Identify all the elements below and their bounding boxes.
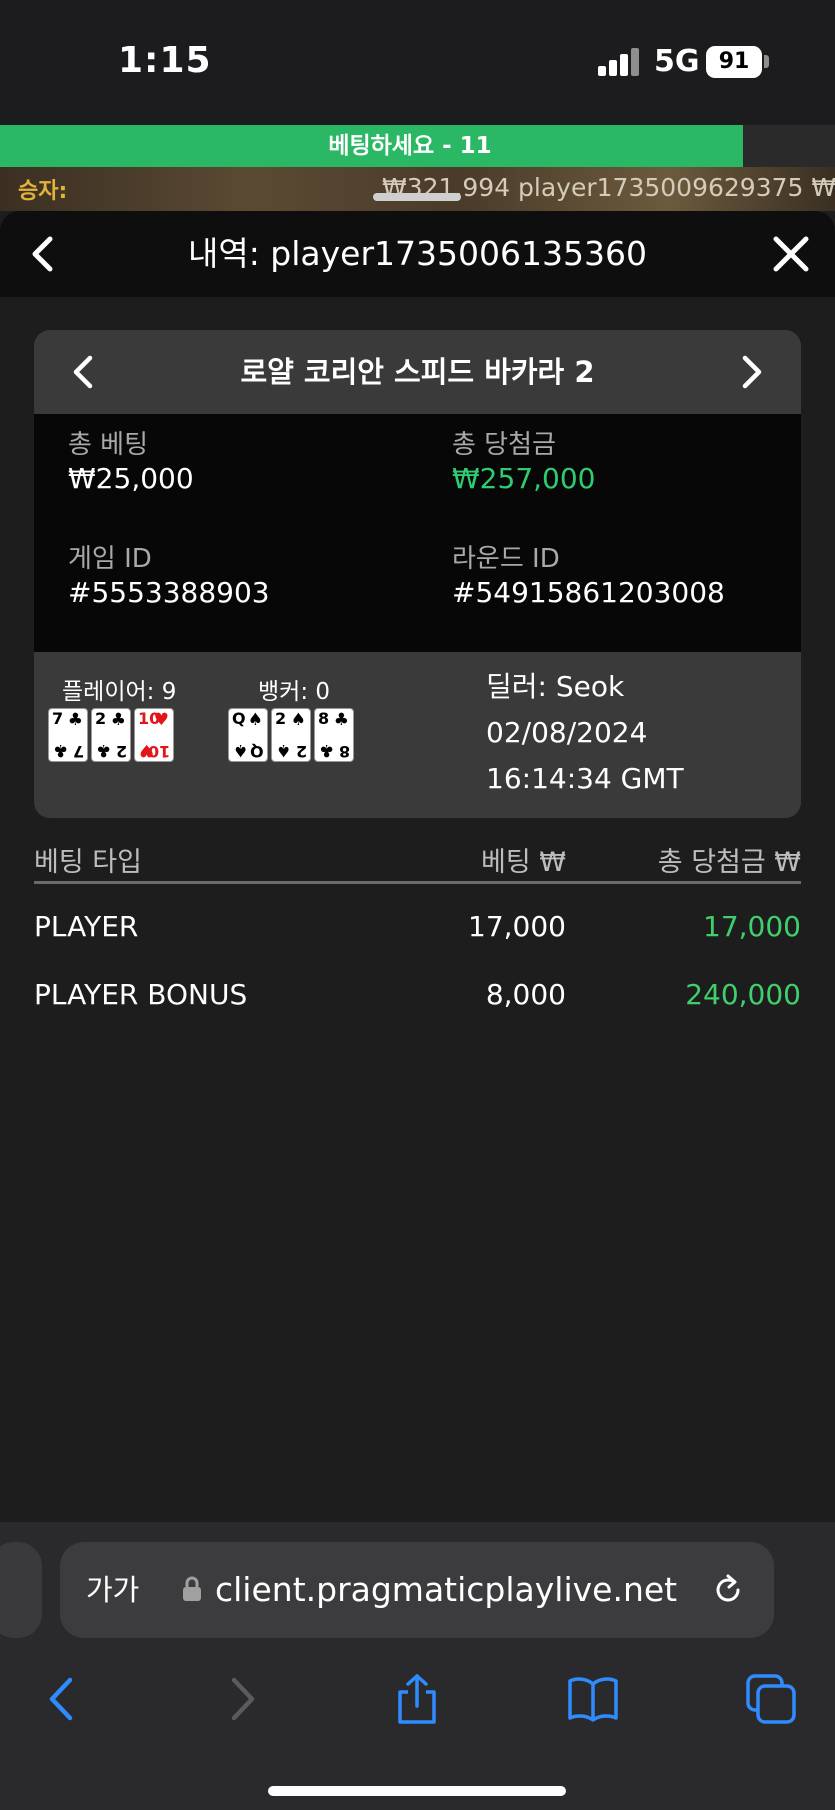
signal-icon [598,48,640,76]
card-rank-top: 8 [318,709,330,728]
dealer-name: 딜러: Seok [486,670,625,703]
total-bet-value: ₩25,000 [68,462,194,495]
banker-card-2: 2 ♠ 2 ♠ [271,708,311,762]
banker-score: 뱅커: 0 [258,679,331,705]
card-suit-bot: ♠ [233,740,249,760]
sheet-grab-handle[interactable] [373,193,461,201]
player-card-3: 10 ♥ 10 ♥ [134,708,174,762]
round-date: 02/08/2024 [486,716,648,749]
home-indicator[interactable] [268,1786,566,1796]
bet-amount-header: 베팅 ₩ [481,847,566,878]
url-text[interactable]: client.pragmaticplaylive.net [215,1542,677,1638]
previous-game-icon[interactable] [62,350,106,394]
game-id-label: 게임 ID [68,544,152,574]
browser-nav-row [0,1662,835,1732]
card-rank-bot: Q [250,742,264,761]
card-suit-top: ♥ [153,710,169,730]
card-rank-top: 7 [52,709,64,728]
table-row: PLAYER 17,000 17,000 [34,884,801,952]
betting-timer-bar: 베팅하세요 - 11 [0,125,835,167]
status-time: 1:15 [118,40,212,81]
game-nav: 로얄 코리안 스피드 바카라 2 [34,330,801,414]
round-result: 플레이어: 9 7 ♣ 7 ♣ 2 ♣ 2 ♣ 10 ♥ 10 ♥ 뱅커: 0 Q ♠ Q ♠ 2 ♠ 2 ♠ 8 ♣ 8… [34,652,801,818]
round-stats: 총 베팅 ₩25,000 총 당첨금 ₩257,000 게임 ID #55533… [34,414,801,652]
card-suit-bot: ♣ [319,740,335,760]
bet-amount-cell: 17,000 [468,910,566,943]
battery-icon: 91 [706,46,762,78]
lock-icon [183,1576,201,1601]
network-type: 5G [654,44,700,79]
card-rank-top: 2 [275,709,287,728]
round-time: 16:14:34 GMT [486,762,684,795]
card-rank-bot: 2 [115,742,127,761]
browser-toolbar: 가가 client.pragmaticplaylive.net [0,1522,835,1810]
previous-tab-preview[interactable] [0,1542,42,1638]
browser-back-icon[interactable] [36,1672,90,1726]
banker-card-1: Q ♠ Q ♠ [228,708,268,762]
card-suit-bot: ♠ [276,740,292,760]
bets-table-header: 베팅 타입 베팅 ₩ 총 당첨금 ₩ [34,840,801,884]
win-amount-cell: 240,000 [685,978,801,1011]
text-size-button[interactable]: 가가 [86,1542,139,1638]
card-suit-bot: ♣ [53,740,69,760]
player-cards: 7 ♣ 7 ♣ 2 ♣ 2 ♣ 10 ♥ 10 ♥ [48,708,174,762]
bet-type-cell: PLAYER [34,910,139,943]
total-win-value: ₩257,000 [452,462,596,495]
win-amount-header: 총 당첨금 ₩ [657,847,801,878]
card-suit-top: ♠ [290,710,306,730]
total-bet-label: 총 베팅 [68,430,149,460]
next-game-icon[interactable] [729,350,773,394]
address-bar[interactable]: 가가 client.pragmaticplaylive.net [60,1542,774,1638]
bookmarks-icon[interactable] [566,1672,620,1726]
banker-cards: Q ♠ Q ♠ 2 ♠ 2 ♠ 8 ♣ 8 ♣ [228,708,354,762]
card-suit-bot: ♣ [96,740,112,760]
history-title: 내역: player1735006135360 [187,234,647,273]
tabs-icon[interactable] [744,1672,798,1726]
card-rank-bot: 2 [295,742,307,761]
winners-label: 승자: [18,179,68,204]
winners-strip: 승자: ₩321,994 player1735009629375 ₩ [0,167,835,211]
round-id-label: 라운드 ID [452,544,560,574]
game-id-value: #5553388903 [68,576,270,609]
win-amount-cell: 17,000 [703,910,801,943]
card-rank-bot: 7 [72,742,84,761]
history-header: 내역: player1735006135360 [0,211,835,297]
round-detail-card: 로얄 코리안 스피드 바카라 2 총 베팅 ₩25,000 총 당첨금 ₩257… [34,330,801,818]
card-suit-top: ♣ [67,710,83,730]
card-suit-top: ♣ [110,710,126,730]
bet-amount-cell: 8,000 [485,978,566,1011]
close-icon[interactable] [768,231,814,277]
browser-forward-icon[interactable] [214,1672,268,1726]
round-id-value: #54915861203008 [452,576,725,609]
bet-type-cell: PLAYER BONUS [34,978,248,1011]
betting-prompt: 베팅하세요 - 11 [328,133,492,159]
card-suit-top: ♠ [247,710,263,730]
card-rank-top: Q [232,709,246,728]
bets-table: 베팅 타입 베팅 ₩ 총 당첨금 ₩ PLAYER 17,000 17,000 … [34,840,801,1020]
share-icon[interactable] [390,1672,444,1726]
card-suit-bot: ♥ [139,740,155,760]
game-name: 로얄 코리안 스피드 바카라 2 [240,355,595,389]
table-row: PLAYER BONUS 8,000 240,000 [34,952,801,1020]
player-card-2: 2 ♣ 2 ♣ [91,708,131,762]
bet-type-header: 베팅 타입 [34,847,142,878]
total-win-label: 총 당첨금 [452,430,556,460]
dealer-info: 딜러: Seok 02/08/2024 16:14:34 GMT [486,664,684,802]
player-score: 플레이어: 9 [62,679,177,705]
status-bar: 1:15 5G 91 [0,0,835,125]
card-rank-bot: 8 [338,742,350,761]
back-chevron-icon[interactable] [20,231,66,277]
banker-card-3: 8 ♣ 8 ♣ [314,708,354,762]
card-rank-top: 2 [95,709,107,728]
card-suit-top: ♣ [333,710,349,730]
battery-cap [764,55,769,68]
reload-icon[interactable] [708,1570,748,1610]
player-card-1: 7 ♣ 7 ♣ [48,708,88,762]
